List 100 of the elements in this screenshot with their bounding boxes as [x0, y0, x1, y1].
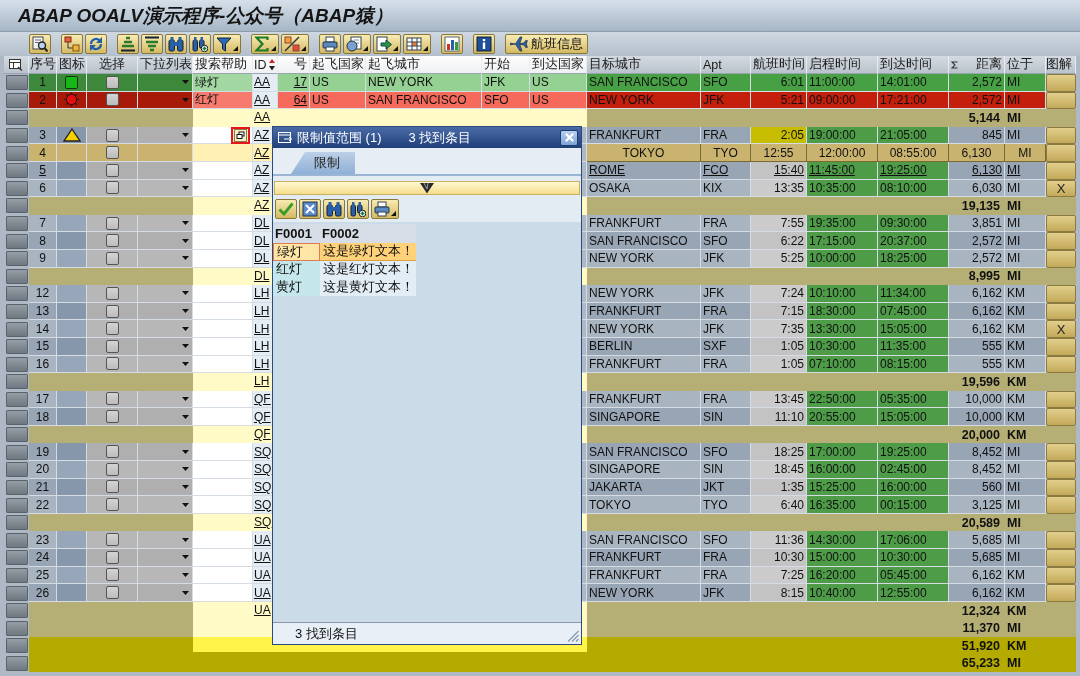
- row-selector[interactable]: [5, 603, 28, 619]
- input-field[interactable]: [193, 461, 253, 479]
- legend-button[interactable]: [1046, 478, 1076, 497]
- column-header[interactable]: 到达时间: [878, 56, 949, 74]
- row-selector[interactable]: [5, 515, 28, 531]
- checkbox[interactable]: [105, 480, 119, 494]
- input-field[interactable]: [193, 285, 253, 303]
- confirm-button[interactable]: [275, 199, 297, 219]
- dropdown-field[interactable]: [138, 232, 193, 250]
- row-selector[interactable]: [5, 180, 28, 196]
- legend-button[interactable]: [1046, 408, 1076, 426]
- row-selector[interactable]: [5, 620, 28, 636]
- find-button[interactable]: [165, 34, 187, 54]
- input-field[interactable]: [193, 232, 253, 250]
- column-settings-button[interactable]: [4, 56, 29, 74]
- checkbox[interactable]: [105, 357, 119, 371]
- column-header[interactable]: 启程时间: [807, 56, 878, 74]
- print-button[interactable]: [371, 199, 399, 219]
- row-selector[interactable]: [5, 304, 28, 319]
- row-selector[interactable]: [5, 550, 28, 566]
- input-field[interactable]: [193, 443, 253, 462]
- legend-button[interactable]: [1046, 161, 1076, 180]
- list-cell[interactable]: 绿灯: [273, 243, 320, 261]
- checkbox[interactable]: [105, 462, 119, 476]
- row-selector[interactable]: [5, 286, 28, 302]
- row-selector[interactable]: [5, 585, 28, 601]
- id-link[interactable]: AA: [253, 74, 278, 92]
- list-cell[interactable]: 这是绿灯文本！: [320, 243, 416, 261]
- column-header[interactable]: ID: [253, 56, 278, 74]
- checkbox[interactable]: [105, 286, 119, 300]
- checkbox[interactable]: [105, 75, 119, 89]
- chart-button[interactable]: [441, 34, 463, 54]
- export-button[interactable]: [373, 34, 401, 54]
- find-next-button[interactable]: [189, 34, 211, 54]
- sort-descending-button[interactable]: [141, 34, 163, 54]
- column-header[interactable]: 开始: [482, 56, 530, 74]
- input-field[interactable]: 绿灯: [193, 74, 253, 92]
- checkbox[interactable]: [105, 304, 119, 318]
- checkbox[interactable]: [105, 181, 119, 195]
- row-selector[interactable]: [5, 427, 28, 443]
- row-selector[interactable]: [5, 92, 28, 108]
- dropdown-field[interactable]: [138, 144, 193, 162]
- row-selector[interactable]: [5, 567, 28, 583]
- column-header[interactable]: 搜索帮助: [193, 56, 253, 74]
- legend-button[interactable]: [1046, 461, 1076, 479]
- layout-button[interactable]: [403, 34, 431, 54]
- row-selector[interactable]: [5, 638, 28, 654]
- column-header[interactable]: 位于: [1005, 56, 1046, 74]
- column-header[interactable]: 起飞城市: [366, 56, 482, 74]
- legend-button[interactable]: [1046, 144, 1076, 162]
- row-selector[interactable]: [5, 128, 28, 144]
- checkbox[interactable]: [105, 128, 119, 142]
- row-selector[interactable]: [5, 233, 28, 249]
- input-field[interactable]: [193, 531, 253, 550]
- checkbox[interactable]: [105, 146, 119, 160]
- row-selector[interactable]: [5, 198, 28, 214]
- row-selector[interactable]: [5, 339, 28, 355]
- column-header[interactable]: 到达国家: [530, 56, 587, 74]
- column-header[interactable]: 下拉列表: [138, 56, 193, 74]
- row-selector[interactable]: [5, 216, 28, 232]
- checkbox[interactable]: [105, 216, 119, 230]
- legend-button[interactable]: [1046, 584, 1076, 602]
- resize-grip-icon[interactable]: [567, 630, 579, 642]
- dropdown-field[interactable]: [138, 408, 193, 426]
- input-field[interactable]: [193, 549, 253, 567]
- row-selector[interactable]: [5, 532, 28, 548]
- sum-button[interactable]: [251, 34, 279, 54]
- details-button[interactable]: [29, 34, 51, 54]
- row-selector[interactable]: [5, 145, 28, 161]
- find-next-button[interactable]: [347, 199, 369, 219]
- row-selector[interactable]: [5, 655, 28, 671]
- row-selector[interactable]: [5, 251, 28, 267]
- print-button[interactable]: [319, 34, 341, 54]
- input-field[interactable]: [193, 408, 253, 426]
- legend-button[interactable]: X: [1046, 320, 1076, 338]
- dropdown-field[interactable]: [138, 496, 193, 514]
- dropdown-field[interactable]: [138, 74, 193, 92]
- checkbox[interactable]: [105, 586, 119, 599]
- row-selector[interactable]: [5, 409, 28, 425]
- checkbox[interactable]: [105, 550, 119, 564]
- tab[interactable]: 限制: [291, 152, 355, 174]
- checkbox[interactable]: [105, 322, 119, 336]
- legend-button[interactable]: [1046, 337, 1076, 356]
- row-selector[interactable]: [5, 374, 28, 390]
- legend-button[interactable]: [1046, 566, 1076, 585]
- dropdown-field[interactable]: [138, 549, 193, 567]
- id-link[interactable]: AA: [253, 109, 278, 127]
- row-selector[interactable]: [5, 479, 28, 495]
- column-header[interactable]: Apt: [701, 56, 751, 74]
- legend-button[interactable]: [1046, 285, 1076, 303]
- legend-button[interactable]: [1046, 443, 1076, 462]
- legend-button[interactable]: [1046, 249, 1076, 268]
- filter-button[interactable]: [213, 34, 241, 54]
- input-field[interactable]: [193, 320, 253, 338]
- legend-button[interactable]: [1046, 549, 1076, 567]
- cancel-button[interactable]: [299, 199, 321, 219]
- refresh-button[interactable]: [85, 34, 107, 54]
- dropdown-field[interactable]: [138, 584, 193, 602]
- column-header[interactable]: 图解: [1046, 56, 1076, 74]
- row-selector[interactable]: [5, 268, 28, 284]
